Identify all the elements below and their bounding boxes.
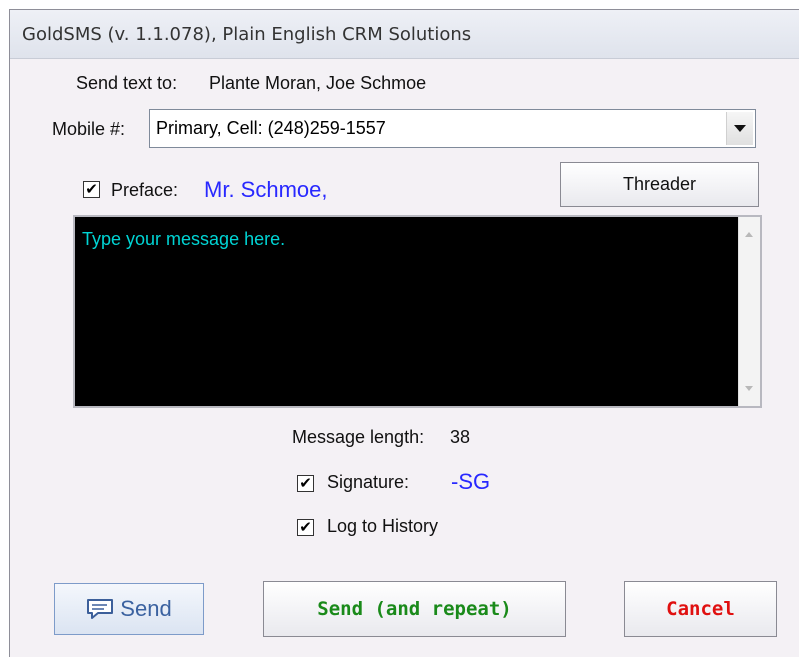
send-button-label: Send: [120, 596, 172, 621]
send-repeat-button[interactable]: Send (and repeat): [263, 581, 566, 637]
message-length-label: Message length:: [292, 427, 425, 447]
scroll-down-icon[interactable]: [745, 386, 753, 391]
chevron-down-icon: [734, 125, 746, 132]
mobile-select-value: Primary, Cell: (248)259-1557: [156, 118, 386, 138]
cancel-button-label: Cancel: [666, 598, 735, 620]
scroll-up-icon[interactable]: [745, 232, 753, 237]
log-history-label: Log to History: [327, 516, 439, 536]
chat-bubble-icon: [87, 599, 114, 619]
threader-button[interactable]: Threader: [560, 162, 759, 207]
dropdown-arrow-button[interactable]: [726, 112, 753, 145]
mobile-label: Mobile #:: [52, 119, 126, 139]
signature-checkbox[interactable]: ✔: [297, 475, 314, 492]
title-bar[interactable]: GoldSMS (v. 1.1.078), Plain English CRM …: [10, 10, 799, 59]
message-textarea[interactable]: Type your message here.: [73, 215, 762, 408]
window-title: GoldSMS (v. 1.1.078), Plain English CRM …: [22, 24, 472, 45]
message-placeholder: Type your message here.: [82, 229, 286, 249]
message-length-value: 38: [450, 427, 471, 447]
threader-button-label: Threader: [622, 174, 697, 194]
signature-label: Signature:: [327, 472, 410, 492]
send-button[interactable]: Send: [54, 583, 204, 635]
cancel-button[interactable]: Cancel: [624, 581, 777, 637]
log-history-checkbox[interactable]: ✔: [297, 519, 314, 536]
send-to-label: Send text to:: [76, 73, 178, 93]
goldsms-window: GoldSMS (v. 1.1.078), Plain English CRM …: [9, 9, 799, 657]
recipient-name: Plante Moran, Joe Schmoe: [209, 73, 427, 93]
preface-checkbox[interactable]: ✔: [83, 181, 100, 198]
send-repeat-button-label: Send (and repeat): [317, 598, 512, 620]
preface-value: Mr. Schmoe,: [204, 177, 328, 202]
mobile-select[interactable]: Primary, Cell: (248)259-1557: [149, 109, 756, 148]
preface-label: Preface:: [111, 180, 179, 200]
message-scrollbar[interactable]: [738, 217, 760, 406]
signature-value: -SG: [451, 469, 491, 494]
